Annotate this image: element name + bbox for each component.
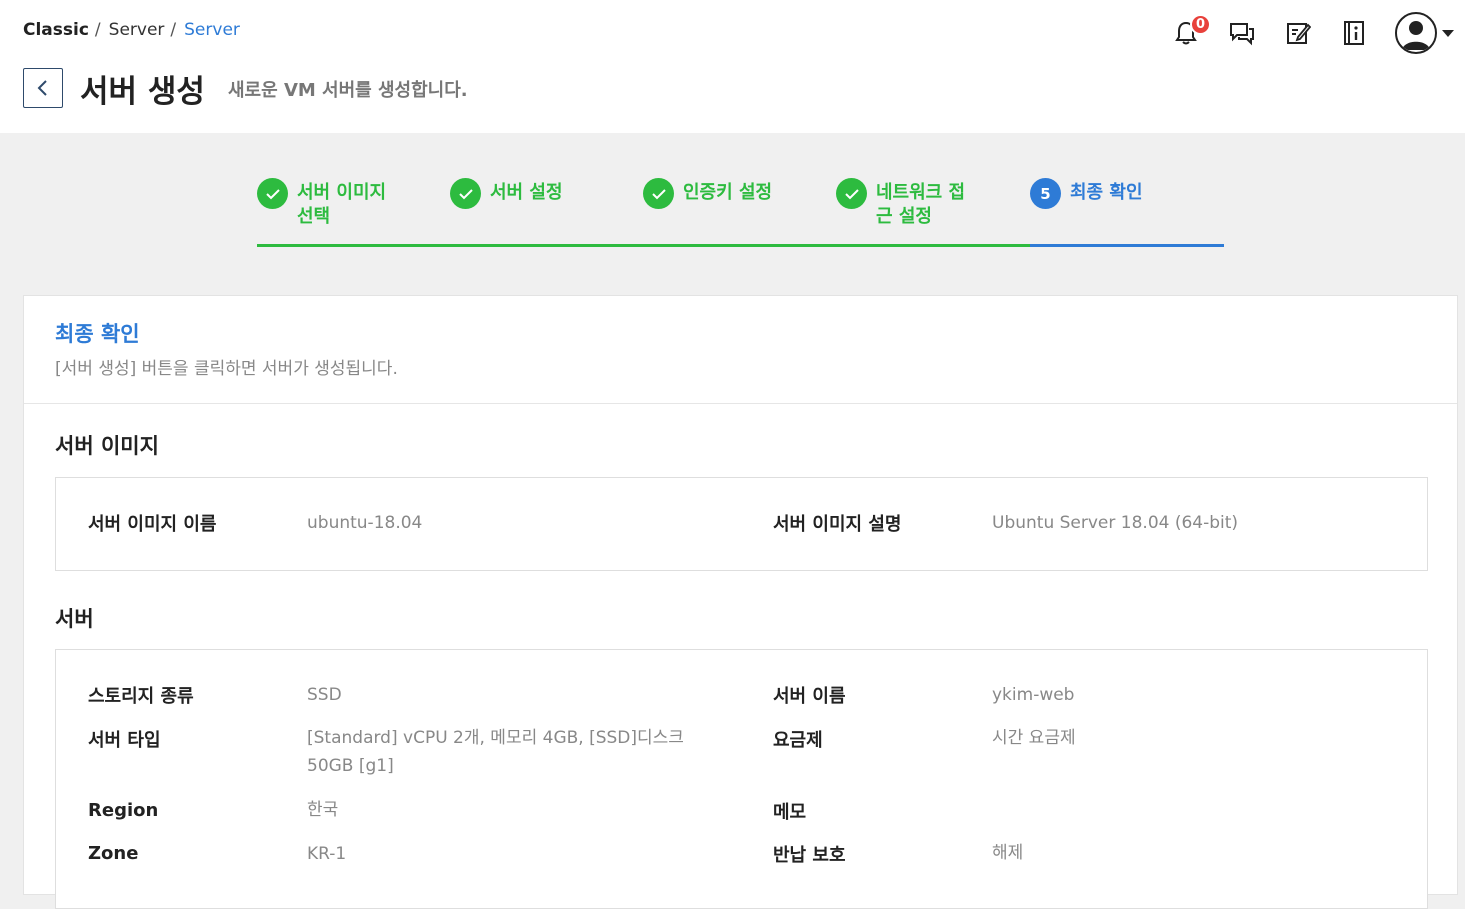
breadcrumb-server-group[interactable]: Server	[109, 20, 165, 40]
user-icon	[1402, 21, 1430, 50]
step-done-badge	[450, 178, 481, 209]
notification-button[interactable]: 0	[1171, 14, 1211, 48]
step-number-badge: 5	[1030, 178, 1061, 209]
step-label: 서버 설정	[490, 182, 563, 203]
pricing-value: 시간 요금제	[992, 728, 1076, 748]
page-header: Classic / Server / Server 서버 생성 새로운 VM 서…	[0, 0, 1465, 133]
image-name-label: 서버 이미지 이름	[88, 514, 217, 535]
step-final-check[interactable]: 5 최종 확인	[1030, 178, 1190, 209]
region-value: 한국	[307, 800, 339, 820]
card-description: [서버 생성] 버튼을 클릭하면 서버가 생성됩니다.	[55, 359, 398, 379]
step-auth-key[interactable]: 인증키 설정	[643, 178, 773, 209]
top-toolbar: 0	[1145, 12, 1455, 54]
server-name-value: ykim-web	[992, 685, 1075, 705]
section-title-server: 서버	[55, 607, 94, 631]
server-type-value: [Standard] vCPU 2개, 메모리 4GB, [SSD]디스크 50…	[307, 728, 684, 776]
breadcrumb-separator: /	[170, 20, 177, 40]
step-indicator: 서버 이미지 선택 서버 설정 인증키 설정 네트워크 접근 설정 5 최종 확…	[257, 178, 1224, 248]
step-label: 최종 확인	[1070, 182, 1143, 203]
step-server-image[interactable]: 서버 이미지 선택	[257, 178, 387, 229]
memo-label: 메모	[773, 802, 807, 823]
server-box: 스토리지 종류 SSD 서버 이름 ykim-web 서버 타입 [Standa…	[55, 649, 1428, 909]
chevron-left-icon	[37, 80, 47, 96]
image-name-value: ubuntu-18.04	[307, 513, 423, 533]
pricing-label: 요금제	[773, 730, 823, 751]
avatar	[1395, 12, 1437, 54]
server-image-box: 서버 이미지 이름 ubuntu-18.04 서버 이미지 설명 Ubuntu …	[55, 477, 1428, 571]
return-protection-label: 반납 보호	[773, 845, 846, 866]
info-button[interactable]	[1339, 18, 1369, 48]
check-icon	[651, 188, 666, 199]
step-label: 네트워크 접근 설정	[876, 182, 966, 227]
server-type-label: 서버 타입	[88, 730, 161, 751]
check-icon	[458, 188, 473, 199]
breadcrumb: Classic / Server / Server	[23, 20, 240, 40]
server-name-label: 서버 이름	[773, 686, 846, 707]
memo-button[interactable]	[1283, 18, 1313, 48]
step-done-badge	[836, 178, 867, 209]
region-label: Region	[88, 800, 159, 821]
step-label: 서버 이미지 선택	[297, 182, 387, 227]
info-book-icon	[1344, 21, 1364, 45]
user-menu[interactable]	[1395, 12, 1455, 54]
image-desc-value: Ubuntu Server 18.04 (64-bit)	[992, 513, 1239, 533]
zone-label: Zone	[88, 843, 139, 864]
breadcrumb-server[interactable]: Server	[184, 20, 240, 40]
breadcrumb-classic[interactable]: Classic	[23, 20, 89, 40]
step-label: 인증키 설정	[683, 182, 773, 203]
final-check-card: 최종 확인 [서버 생성] 버튼을 클릭하면 서버가 생성됩니다. 서버 이미지…	[23, 295, 1458, 909]
step-progress-current	[1030, 244, 1224, 247]
storage-type-label: 스토리지 종류	[88, 686, 194, 707]
section-title-server-image: 서버 이미지	[55, 434, 159, 458]
step-done-badge	[257, 178, 288, 209]
caret-down-icon	[1442, 30, 1454, 37]
step-network-access[interactable]: 네트워크 접근 설정	[836, 178, 966, 229]
divider	[24, 403, 1457, 404]
zone-value: KR-1	[307, 844, 347, 864]
page-title: 서버 생성	[80, 74, 205, 110]
image-desc-label: 서버 이미지 설명	[773, 514, 902, 535]
page-subtitle: 새로운 VM 서버를 생성합니다.	[228, 80, 468, 101]
chat-icon	[1230, 23, 1254, 46]
return-protection-value: 해제	[992, 843, 1024, 863]
back-button[interactable]	[23, 68, 63, 108]
check-icon	[844, 188, 859, 199]
card-title: 최종 확인	[55, 322, 140, 346]
breadcrumb-separator: /	[94, 20, 101, 40]
step-done-badge	[643, 178, 674, 209]
step-server-settings[interactable]: 서버 설정	[450, 178, 600, 209]
chat-button[interactable]	[1227, 18, 1257, 48]
notification-badge: 0	[1190, 14, 1211, 35]
step-progress-complete	[257, 244, 1030, 247]
check-icon	[265, 188, 280, 199]
storage-type-value: SSD	[307, 685, 342, 705]
edit-note-icon	[1287, 23, 1311, 44]
